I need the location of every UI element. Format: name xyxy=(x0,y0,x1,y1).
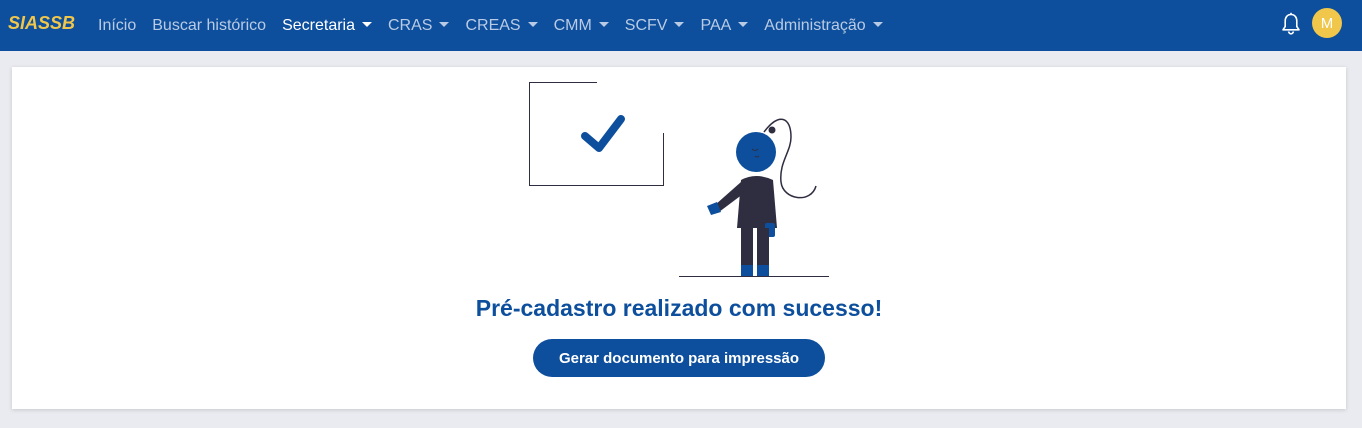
bell-icon[interactable] xyxy=(1281,12,1301,36)
nav-item-label: CREAS xyxy=(465,16,521,34)
nav-item-label: CMM xyxy=(553,16,592,34)
nav-item-label: PAA xyxy=(700,16,732,34)
chevron-down-icon xyxy=(738,22,749,27)
nav-item-inicio[interactable]: Início xyxy=(98,17,136,35)
chevron-down-icon xyxy=(872,22,883,27)
nav-item-paa[interactable]: PAA xyxy=(700,16,749,35)
nav-item-scfv[interactable]: SCFV xyxy=(625,17,685,35)
nav-item-label: Secretaria xyxy=(282,16,355,34)
chevron-down-icon xyxy=(439,22,450,27)
nav-item-cras[interactable]: CRAS xyxy=(388,16,450,35)
chevron-down-icon xyxy=(362,22,372,27)
nav-item-label: Administração xyxy=(764,16,866,34)
generate-document-button[interactable]: Gerar documento para impressão xyxy=(533,339,825,377)
nav-item-administracao[interactable]: Administração xyxy=(764,16,883,35)
nav-item-creas[interactable]: CREAS xyxy=(465,16,538,35)
chevron-down-icon xyxy=(674,22,685,27)
nav-item-label: CRAS xyxy=(388,16,433,34)
brand-logo[interactable]: SIASSB xyxy=(8,13,75,34)
nav-item-label: Início xyxy=(98,16,137,34)
success-card: Pré-cadastro realizado com sucesso! Gera… xyxy=(12,67,1346,409)
success-illustration xyxy=(529,82,829,277)
success-message: Pré-cadastro realizado com sucesso! xyxy=(475,295,883,321)
chevron-down-icon xyxy=(598,22,609,27)
top-navbar: SIASSB Início Buscar histórico Secretari… xyxy=(0,0,1362,51)
nav-item-label: SCFV xyxy=(624,16,668,34)
user-avatar[interactable]: M xyxy=(1312,8,1342,38)
nav-item-label: Buscar histórico xyxy=(152,16,267,34)
main-nav: Início Buscar histórico Secretaria CRAS … xyxy=(98,0,899,51)
nav-item-secretaria[interactable]: Secretaria xyxy=(282,17,372,35)
nav-item-buscar-historico[interactable]: Buscar histórico xyxy=(152,17,266,35)
chevron-down-icon xyxy=(527,22,538,27)
nav-item-cmm[interactable]: CMM xyxy=(554,17,609,35)
